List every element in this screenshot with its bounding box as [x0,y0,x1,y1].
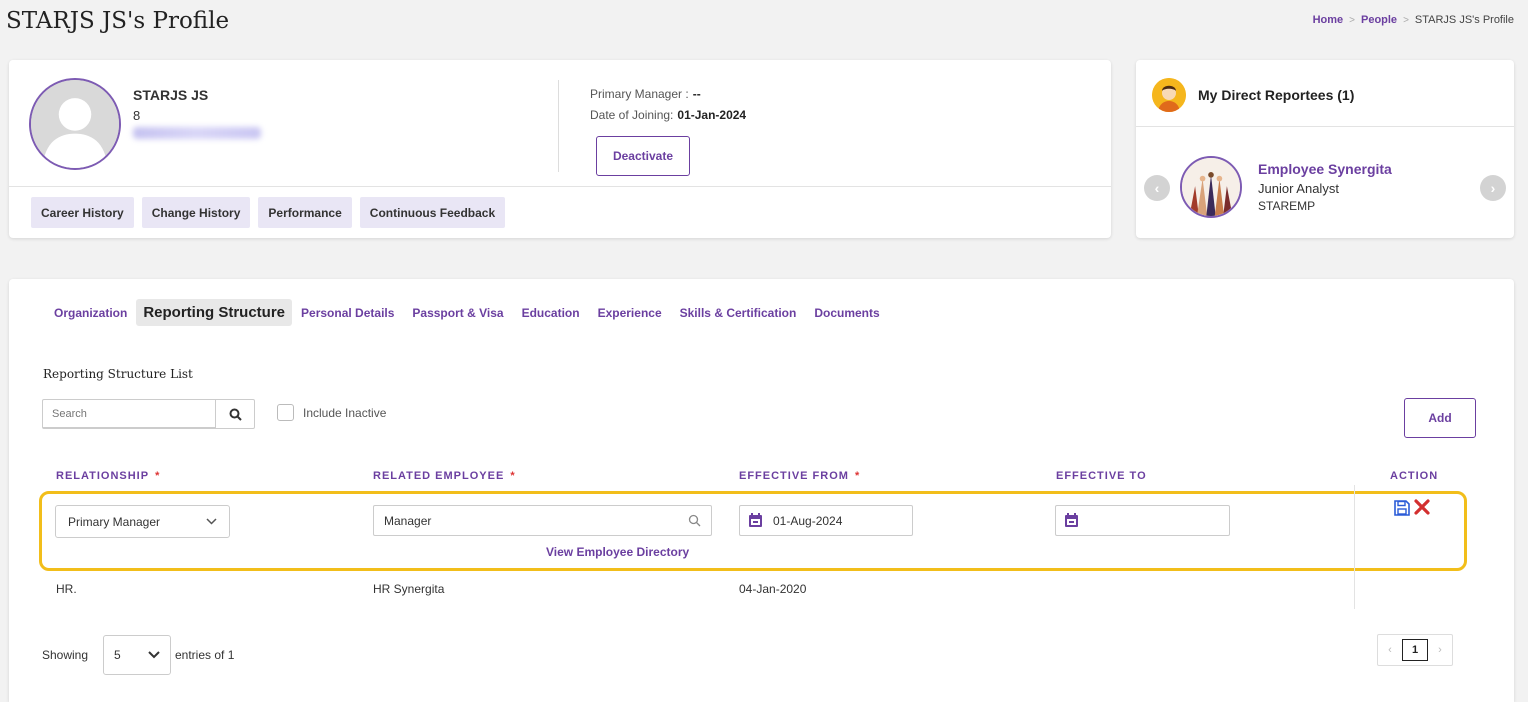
primary-manager: Primary Manager : -- [590,87,701,101]
page-title: STARJS JS's Profile [6,8,230,34]
column-header-effective-from: EFFECTIVE FROM * [739,470,860,482]
page-size-value: 5 [114,648,121,662]
pagination: ‹ 1 › [1377,634,1453,666]
chevron-right-icon[interactable]: › [1480,175,1506,201]
tab-performance[interactable]: Performance [258,197,352,228]
tab-change-history[interactable]: Change History [141,197,251,228]
pagination-next[interactable]: › [1428,635,1452,665]
reportee-avatar[interactable] [1180,156,1242,218]
tab-organization[interactable]: Organization [45,300,136,326]
entries-count: entries of 1 [175,648,235,662]
table-cell-relationship: HR. [56,582,77,596]
required-mark: * [155,470,161,482]
employee-code: 8 [133,108,141,123]
chevron-left-icon[interactable]: ‹ [1144,175,1170,201]
close-icon[interactable] [1413,498,1431,516]
user-placeholder-icon [31,80,119,168]
relationship-select[interactable]: Primary Manager [55,505,230,538]
person-icon [1152,78,1186,112]
include-inactive-label: Include Inactive [303,405,387,420]
related-employee-value: Manager [384,513,432,528]
include-inactive-checkbox[interactable] [277,404,294,421]
pagination-page[interactable]: 1 [1402,639,1428,661]
employee-email-redacted [133,127,261,139]
date-of-joining: Date of Joining: 01-Jan-2024 [590,108,746,122]
doj-value: 01-Jan-2024 [677,108,747,122]
breadcrumb-separator: > [1349,14,1355,26]
breadcrumb-separator: > [1403,14,1409,26]
reportee-name[interactable]: Employee Synergita [1258,161,1392,177]
direct-reportees-card: My Direct Reportees (1) ‹ Employee Syner… [1136,60,1514,238]
add-button[interactable]: Add [1404,398,1476,438]
pagination-prev[interactable]: ‹ [1378,635,1402,665]
search-icon[interactable] [216,400,254,428]
breadcrumb-current: STARJS JS's Profile [1414,14,1514,26]
reportee-code: STAREMP [1258,199,1316,213]
required-mark: * [854,470,861,482]
relationship-select-value: Primary Manager [68,514,161,529]
reporting-structure-card: Organization Reporting Structure Persona… [9,279,1514,702]
avatar [29,78,121,170]
column-header-label: RELATED EMPLOYEE [373,470,505,482]
column-header-relationship: RELATIONSHIP * [56,470,160,482]
reportees-header: My Direct Reportees (1) [1152,78,1354,112]
table-cell-effective-from: 04-Jan-2020 [739,582,807,596]
effective-to-date-input[interactable] [1055,505,1230,536]
breadcrumb-people[interactable]: People [1361,14,1397,26]
divider [558,80,559,172]
chevron-down-icon [148,651,160,659]
calendar-icon[interactable] [1064,513,1079,528]
breadcrumb-home[interactable]: Home [1313,14,1344,26]
view-employee-directory-link[interactable]: View Employee Directory [546,545,689,559]
column-header-label: EFFECTIVE FROM [739,470,849,482]
required-mark: * [510,470,516,482]
list-title: Reporting Structure List [43,367,193,381]
deactivate-button[interactable]: Deactivate [596,136,690,176]
reportees-title: My Direct Reportees (1) [1198,87,1355,103]
tab-education[interactable]: Education [513,300,589,326]
breadcrumb: Home > People > STARJS JS's Profile [1313,14,1514,26]
tab-passport-visa[interactable]: Passport & Visa [403,300,512,326]
divider [1136,126,1514,127]
section-tabs: Organization Reporting Structure Persona… [45,299,889,326]
primary-manager-value: -- [692,87,701,101]
related-employee-input[interactable]: Manager [373,505,712,536]
column-header-action: ACTION [1390,470,1439,482]
search-box [42,399,255,429]
tab-career-history[interactable]: Career History [31,197,134,228]
include-inactive: Include Inactive [277,404,386,421]
tab-reporting-structure[interactable]: Reporting Structure [136,299,293,326]
divider [1354,485,1355,609]
search-icon[interactable] [688,514,701,527]
column-header-effective-to: EFFECTIVE TO [1056,470,1147,482]
calendar-icon[interactable] [748,513,763,528]
showing-label: Showing [42,648,89,662]
column-header-label: RELATIONSHIP [56,470,150,482]
divider [9,186,1111,187]
effective-from-value: 01-Aug-2024 [773,513,843,528]
primary-manager-label: Primary Manager : [590,87,689,101]
tab-skills-certification[interactable]: Skills & Certification [671,300,806,326]
chevron-down-icon [206,518,217,525]
doj-label: Date of Joining: [590,108,674,122]
tab-continuous-feedback[interactable]: Continuous Feedback [359,197,506,228]
effective-from-date-input[interactable]: 01-Aug-2024 [739,505,913,536]
profile-card: STARJS JS 8 Primary Manager : -- Date of … [9,60,1111,238]
tab-documents[interactable]: Documents [805,300,888,326]
tab-experience[interactable]: Experience [589,300,671,326]
table-cell-related-employee: HR Synergita [373,582,445,596]
tab-personal-details[interactable]: Personal Details [292,300,403,326]
reportee-role: Junior Analyst [1258,181,1339,196]
search-input[interactable] [43,400,216,428]
save-icon[interactable] [1393,499,1411,517]
page-size-select[interactable]: 5 [103,635,171,675]
column-header-related-employee: RELATED EMPLOYEE * [373,470,516,482]
profile-tabs: Career History Change History Performanc… [31,197,506,228]
employee-name: STARJS JS [133,87,209,103]
